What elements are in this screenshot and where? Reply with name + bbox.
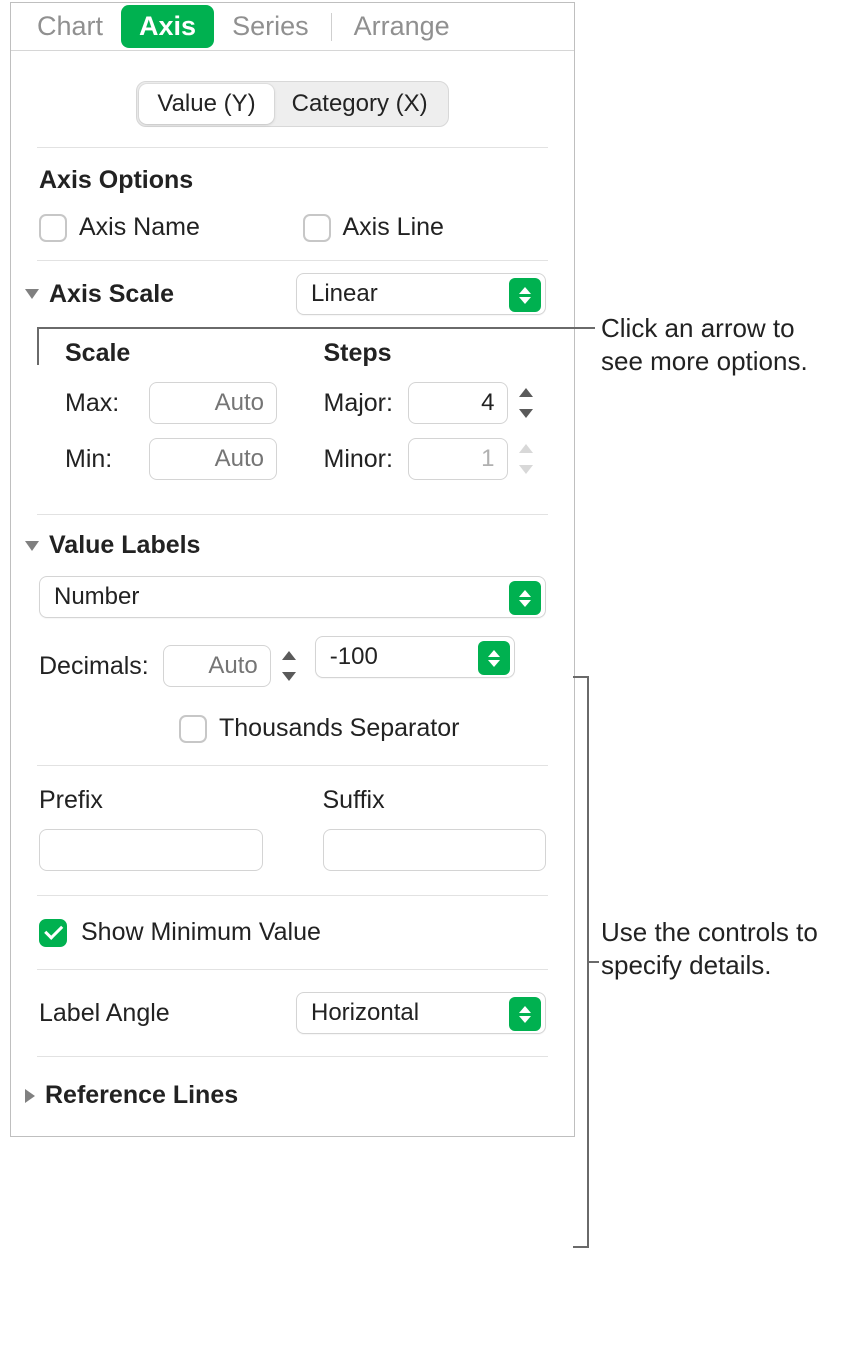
reference-lines-header: Reference Lines xyxy=(11,1057,574,1136)
max-label: Max: xyxy=(65,389,149,418)
axis-line-label: Axis Line xyxy=(343,213,444,242)
popup-chevron-icon xyxy=(509,581,541,615)
label-angle-popup[interactable]: Horizontal xyxy=(296,992,546,1034)
minor-stepper-down xyxy=(514,459,538,480)
decimals-stepper xyxy=(277,645,301,687)
prefix-suffix-row: Prefix Suffix xyxy=(11,766,574,895)
tab-series[interactable]: Series xyxy=(214,5,327,48)
tab-chart[interactable]: Chart xyxy=(19,5,121,48)
label-angle-value: Horizontal xyxy=(311,999,419,1027)
decimals-row: Decimals: -100 xyxy=(39,636,546,696)
value-labels-format-value: Number xyxy=(54,583,139,611)
major-input[interactable] xyxy=(408,382,508,424)
decimals-input[interactable] xyxy=(163,645,271,687)
callout-bracket xyxy=(575,676,589,1248)
thousands-checkbox[interactable] xyxy=(179,715,207,743)
major-stepper-up[interactable] xyxy=(514,382,538,403)
label-angle-label: Label Angle xyxy=(39,999,170,1028)
show-minimum-row: Show Minimum Value xyxy=(11,896,574,969)
value-labels-format-popup[interactable]: Number xyxy=(39,576,546,618)
axis-segmented-control: Value (Y) Category (X) xyxy=(136,81,448,127)
subtab-category-x[interactable]: Category (X) xyxy=(274,84,446,124)
axis-scale-title: Axis Scale xyxy=(49,280,174,309)
axis-options-title: Axis Options xyxy=(39,166,546,195)
prefix-column: Prefix xyxy=(39,786,263,871)
suffix-input[interactable] xyxy=(323,829,547,871)
value-labels-header: Value Labels xyxy=(11,515,574,576)
suffix-label: Suffix xyxy=(323,786,547,815)
tab-arrange[interactable]: Arrange xyxy=(336,5,468,48)
minor-stepper xyxy=(514,438,538,480)
major-stepper xyxy=(514,382,538,424)
callout-arrow-text: Click an arrow to see more options. xyxy=(601,312,841,377)
axis-options-section: Axis Options Axis Name Axis Line xyxy=(11,148,574,260)
tab-axis[interactable]: Axis xyxy=(121,5,214,48)
negative-format-popup[interactable]: -100 xyxy=(315,636,515,678)
callout-controls-text: Use the controls to specify details. xyxy=(601,916,841,981)
show-minimum-label: Show Minimum Value xyxy=(81,918,321,947)
tab-divider xyxy=(331,13,332,41)
subtab-value-y[interactable]: Value (Y) xyxy=(139,84,273,124)
axis-name-checkbox[interactable] xyxy=(39,214,67,242)
minor-input[interactable] xyxy=(408,438,508,480)
value-labels-body: Number Decimals: -100 Thousands Separato… xyxy=(11,576,574,765)
major-stepper-down[interactable] xyxy=(514,403,538,424)
reference-lines-title: Reference Lines xyxy=(45,1081,238,1110)
min-label: Min: xyxy=(65,445,149,474)
thousands-separator-row: Thousands Separator xyxy=(39,714,546,743)
label-angle-row: Label Angle Horizontal xyxy=(11,970,574,1056)
decimals-label: Decimals: xyxy=(39,652,149,681)
suffix-column: Suffix xyxy=(323,786,547,871)
format-panel: Chart Axis Series Arrange Value (Y) Cate… xyxy=(10,2,575,1137)
axis-scale-disclosure-icon[interactable] xyxy=(25,289,39,299)
min-input[interactable] xyxy=(149,438,277,480)
axis-scale-value: Linear xyxy=(311,280,378,308)
minor-stepper-up xyxy=(514,438,538,459)
thousands-label: Thousands Separator xyxy=(219,714,459,743)
panel-tabs: Chart Axis Series Arrange xyxy=(11,3,574,51)
callout-leader-line xyxy=(37,327,595,365)
reference-lines-disclosure-icon[interactable] xyxy=(25,1089,35,1103)
major-label: Major: xyxy=(324,389,408,418)
negative-format-value: -100 xyxy=(330,643,378,671)
value-labels-disclosure-icon[interactable] xyxy=(25,541,39,551)
max-input[interactable] xyxy=(149,382,277,424)
axis-name-label: Axis Name xyxy=(79,213,200,242)
prefix-input[interactable] xyxy=(39,829,263,871)
value-labels-title: Value Labels xyxy=(49,531,200,560)
axis-line-checkbox[interactable] xyxy=(303,214,331,242)
axis-scale-header: Axis Scale Linear xyxy=(11,261,574,333)
decimals-stepper-down[interactable] xyxy=(277,666,301,687)
show-minimum-checkbox[interactable] xyxy=(39,919,67,947)
popup-chevron-icon xyxy=(478,641,510,675)
callout-bracket-tick xyxy=(589,961,599,963)
minor-label: Minor: xyxy=(324,445,408,474)
decimals-stepper-up[interactable] xyxy=(277,645,301,666)
popup-chevron-icon xyxy=(509,997,541,1031)
prefix-label: Prefix xyxy=(39,786,263,815)
axis-subtab-row: Value (Y) Category (X) xyxy=(11,51,574,147)
popup-chevron-icon xyxy=(509,278,541,312)
axis-scale-popup[interactable]: Linear xyxy=(296,273,546,315)
